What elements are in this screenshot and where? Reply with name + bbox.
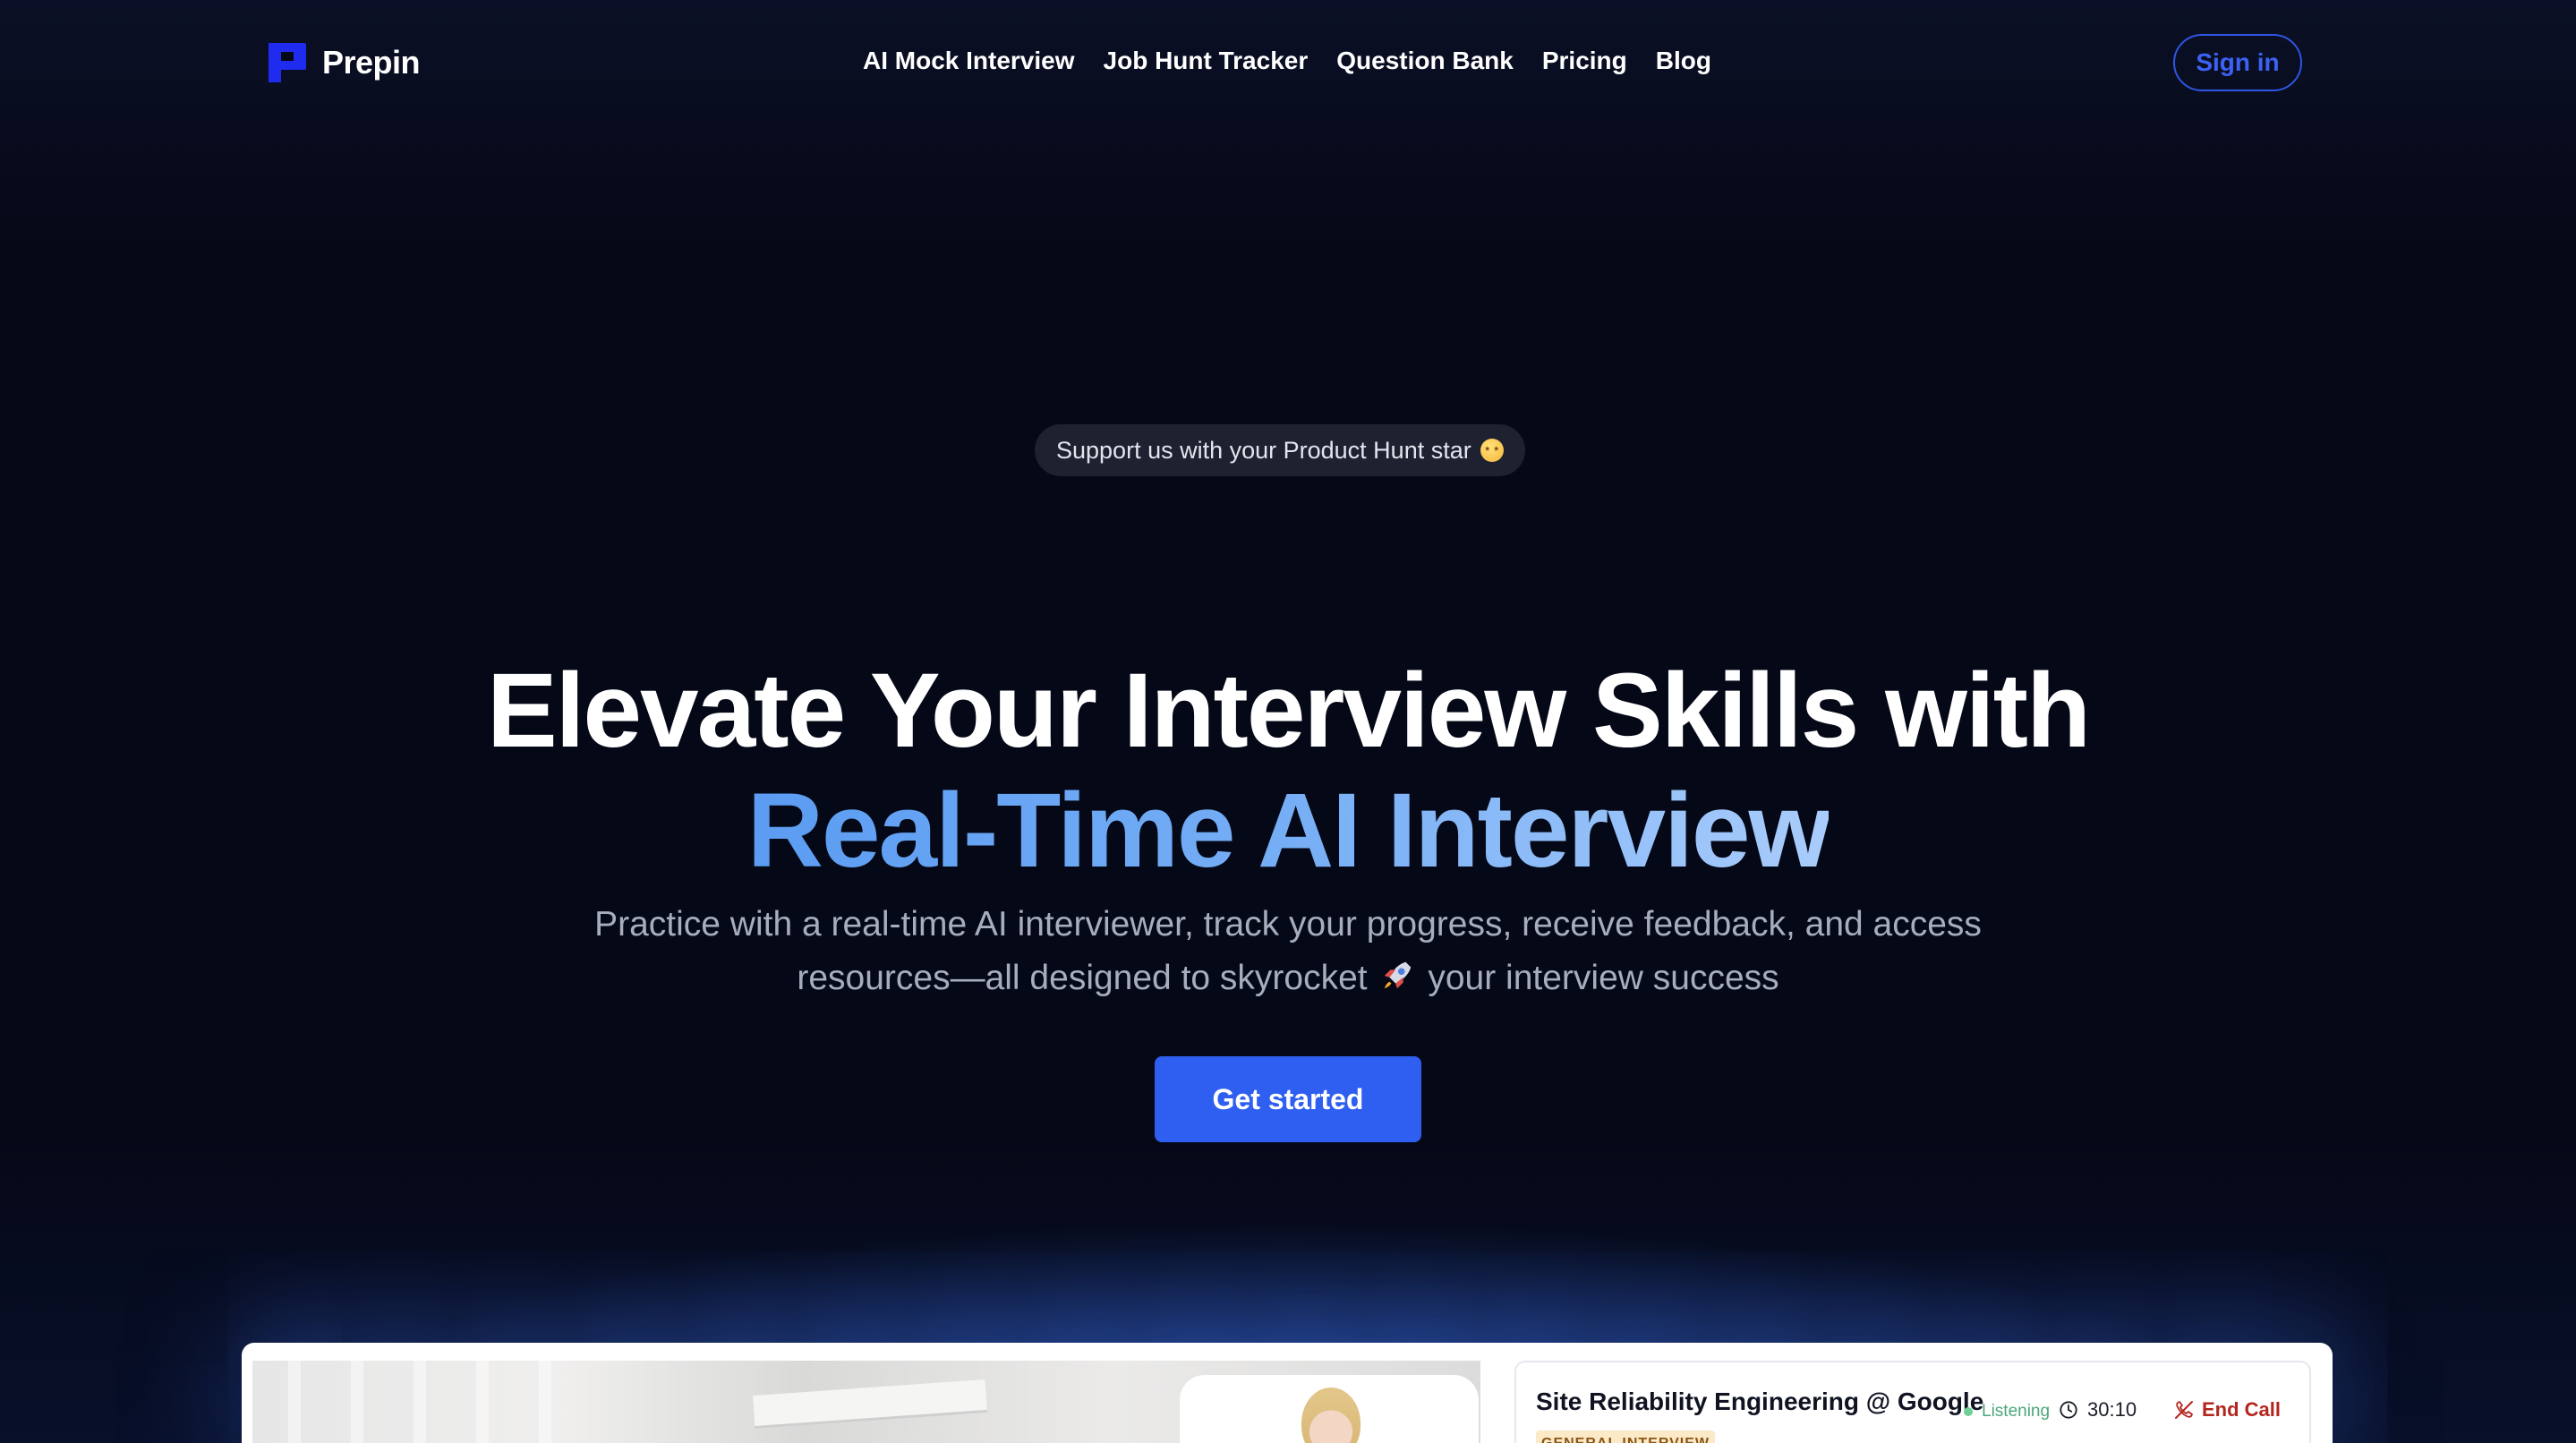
get-started-button[interactable]: Get started: [1155, 1056, 1421, 1142]
prepin-logo-icon: [269, 43, 306, 82]
interview-info-panel: Site Reliability Engineering @ Google GE…: [1514, 1361, 2311, 1443]
ai-interviewer-avatar: [1301, 1388, 1361, 1443]
interview-type-tag: GENERAL INTERVIEW: [1536, 1430, 1715, 1443]
product-hunt-badge[interactable]: Support us with your Product Hunt star: [1035, 424, 1525, 476]
listening-status: Listening: [1964, 1402, 2050, 1422]
status-label: Listening: [1982, 1402, 2051, 1421]
headline-line-1: Elevate Your Interview Skills with: [486, 652, 2091, 771]
background-air-conditioner: [753, 1379, 987, 1430]
ai-interviewer-avatar-card: [1180, 1375, 1479, 1443]
sign-in-button[interactable]: Sign in: [2173, 34, 2302, 91]
rocket-icon: [1385, 961, 1412, 989]
interview-video-feed: [252, 1361, 1480, 1443]
status-dot-icon: [1964, 1407, 1973, 1416]
nav-link-job-hunt-tracker[interactable]: Job Hunt Tracker: [1104, 47, 1309, 75]
top-navigation: Prepin AI Mock Interview Job Hunt Tracke…: [0, 0, 2576, 125]
brand-name: Prepin: [322, 44, 421, 81]
nav-link-question-bank[interactable]: Question Bank: [1336, 47, 1514, 75]
star-struck-emoji-icon: [1480, 439, 1504, 462]
hero-headline: Elevate Your Interview Skills with Real-…: [0, 651, 2576, 891]
end-call-button[interactable]: End Call: [2173, 1398, 2281, 1422]
subtitle-text-end: your interview success: [1428, 959, 1779, 997]
nav-link-pricing[interactable]: Pricing: [1542, 47, 1627, 75]
call-timer: 30:10: [2059, 1398, 2137, 1422]
main-menu: AI Mock Interview Job Hunt Tracker Quest…: [863, 47, 1711, 75]
clock-icon: [2060, 1401, 2077, 1419]
brand-logo[interactable]: Prepin: [269, 43, 421, 82]
end-call-label: End Call: [2202, 1398, 2282, 1421]
interview-preview: Site Reliability Engineering @ Google GE…: [242, 1343, 2333, 1443]
nav-link-ai-mock-interview[interactable]: AI Mock Interview: [863, 47, 1075, 75]
nav-link-blog[interactable]: Blog: [1656, 47, 1711, 75]
landing-page: Prepin AI Mock Interview Job Hunt Tracke…: [0, 0, 2576, 1443]
headline-highlight: Real-Time AI Interview: [746, 772, 1831, 891]
hero-subtitle: Practice with a real-time AI interviewer…: [537, 898, 2039, 1005]
badge-text: Support us with your Product Hunt star: [1056, 436, 1471, 464]
interview-job-title: Site Reliability Engineering @ Google: [1536, 1388, 1984, 1415]
timer-value: 30:10: [2087, 1398, 2137, 1421]
phone-off-icon: [2175, 1401, 2193, 1419]
